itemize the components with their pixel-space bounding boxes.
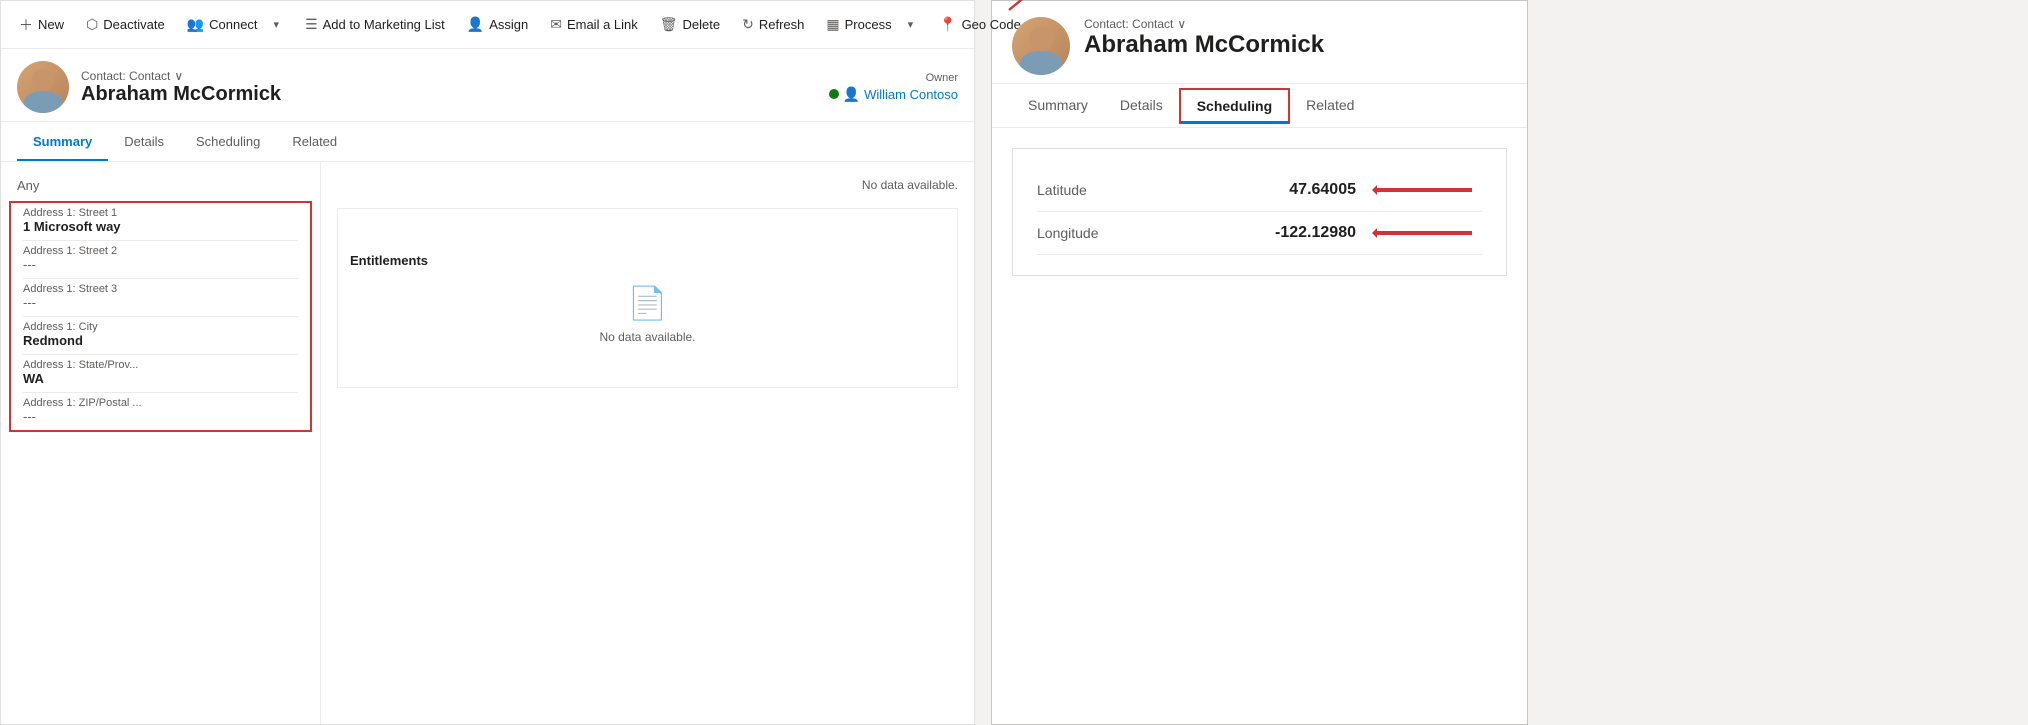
field-street3: Address 1: Street 3 --- bbox=[11, 279, 310, 316]
no-data-icon: 📄 bbox=[628, 284, 668, 322]
delete-button[interactable]: 🗑 Delete bbox=[650, 10, 730, 39]
right-tabs: Summary Details Scheduling Related bbox=[992, 84, 1527, 128]
right-tab-related[interactable]: Related bbox=[1290, 87, 1370, 125]
process-dropdown[interactable]: ▾ bbox=[904, 12, 918, 37]
right-record-name: Abraham McCormick bbox=[1084, 31, 1324, 60]
right-record-header: Contact: Contact ∨ Abraham McCormick bbox=[992, 1, 1527, 84]
panel-gap bbox=[975, 0, 991, 725]
toolbar: ＋ New ⬡ Deactivate 👥 Connect ▾ ☰ Add to … bbox=[1, 1, 974, 49]
right-tab-scheduling[interactable]: Scheduling bbox=[1179, 88, 1290, 124]
delete-icon: 🗑 bbox=[660, 16, 678, 33]
right-entity-type: Contact: Contact ∨ bbox=[1084, 17, 1324, 31]
tab-details[interactable]: Details bbox=[108, 124, 180, 161]
tab-scheduling[interactable]: Scheduling bbox=[180, 124, 276, 161]
plus-icon: ＋ bbox=[19, 15, 33, 35]
content-area: Any Address 1: Street 1 1 Microsoft way … bbox=[1, 162, 974, 724]
field-city: Address 1: City Redmond bbox=[11, 317, 310, 354]
record-info: Contact: Contact ∨ Abraham McCormick bbox=[81, 69, 281, 106]
deactivate-icon: ⬡ bbox=[86, 16, 98, 33]
avatar bbox=[17, 61, 69, 113]
field-street2: Address 1: Street 2 --- bbox=[11, 241, 310, 278]
latitude-row: Latitude 47.64005 bbox=[1037, 169, 1482, 211]
process-button[interactable]: ▦ Process bbox=[816, 10, 901, 39]
connect-button[interactable]: 👥 Connect bbox=[177, 10, 268, 39]
right-avatar bbox=[1012, 17, 1070, 75]
section-any-label: Any bbox=[1, 170, 320, 197]
new-button[interactable]: ＋ New bbox=[9, 9, 74, 41]
right-panel: Contact: Contact ∨ Abraham McCormick Sum… bbox=[991, 0, 1528, 725]
address-block: Address 1: Street 1 1 Microsoft way Addr… bbox=[9, 201, 312, 432]
latitude-value: 47.64005 bbox=[1289, 181, 1482, 199]
tab-related[interactable]: Related bbox=[276, 124, 353, 161]
record-header: Contact: Contact ∨ Abraham McCormick Own… bbox=[1, 49, 974, 122]
deactivate-button[interactable]: ⬡ Deactivate bbox=[76, 10, 175, 39]
geocode-icon: 📍 bbox=[939, 16, 956, 33]
entitlements-section: Entitlements 📄 No data available. bbox=[337, 208, 958, 388]
longitude-row: Longitude -122.12980 bbox=[1037, 212, 1482, 254]
email-icon: ✉ bbox=[550, 16, 562, 33]
geo-divider-2 bbox=[1037, 254, 1482, 255]
email-link-button[interactable]: ✉ Email a Link bbox=[540, 10, 648, 39]
scheduling-content: Latitude 47.64005 Longitude -122.12980 bbox=[992, 128, 1527, 724]
right-column: No data available. Entitlements 📄 No dat… bbox=[321, 162, 974, 724]
chevron-down-icon[interactable]: ∨ bbox=[174, 69, 183, 83]
field-street1: Address 1: Street 1 1 Microsoft way bbox=[11, 203, 310, 240]
tab-summary[interactable]: Summary bbox=[17, 124, 108, 161]
left-tabs: Summary Details Scheduling Related bbox=[1, 122, 974, 162]
record-owner: Owner 👤 William Contoso bbox=[829, 72, 958, 103]
connect-icon: 👥 bbox=[187, 16, 204, 33]
process-icon: ▦ bbox=[826, 16, 839, 33]
connect-dropdown[interactable]: ▾ bbox=[270, 12, 284, 37]
longitude-arrow bbox=[1372, 226, 1482, 240]
longitude-value: -122.12980 bbox=[1275, 224, 1482, 242]
refresh-icon: ↻ bbox=[742, 16, 754, 33]
right-tab-details[interactable]: Details bbox=[1104, 87, 1179, 125]
latitude-arrow bbox=[1372, 183, 1482, 197]
owner-status-dot bbox=[829, 89, 839, 99]
assign-button[interactable]: 👤 Assign bbox=[457, 10, 538, 39]
geo-fields-box: Latitude 47.64005 Longitude -122.12980 bbox=[1012, 148, 1507, 276]
add-marketing-button[interactable]: ☰ Add to Marketing List bbox=[295, 10, 455, 39]
left-column: Any Address 1: Street 1 1 Microsoft way … bbox=[1, 162, 321, 724]
entity-type: Contact: Contact ∨ bbox=[81, 69, 281, 83]
refresh-button[interactable]: ↻ Refresh bbox=[732, 10, 814, 39]
owner-icon: 👤 bbox=[843, 86, 860, 103]
right-chevron-icon[interactable]: ∨ bbox=[1177, 17, 1186, 31]
record-name: Abraham McCormick bbox=[81, 83, 281, 106]
owner-link[interactable]: 👤 William Contoso bbox=[829, 86, 958, 103]
geo-arrow-indicator bbox=[1001, 0, 1041, 18]
right-tab-summary[interactable]: Summary bbox=[1012, 87, 1104, 125]
field-state: Address 1: State/Prov... WA bbox=[11, 355, 310, 392]
field-zip: Address 1: ZIP/Postal ... --- bbox=[11, 393, 310, 430]
marketing-icon: ☰ bbox=[305, 16, 318, 33]
right-record-info: Contact: Contact ∨ Abraham McCormick bbox=[1084, 17, 1324, 60]
left-panel: ＋ New ⬡ Deactivate 👥 Connect ▾ ☰ Add to … bbox=[0, 0, 975, 725]
assign-icon: 👤 bbox=[467, 16, 484, 33]
